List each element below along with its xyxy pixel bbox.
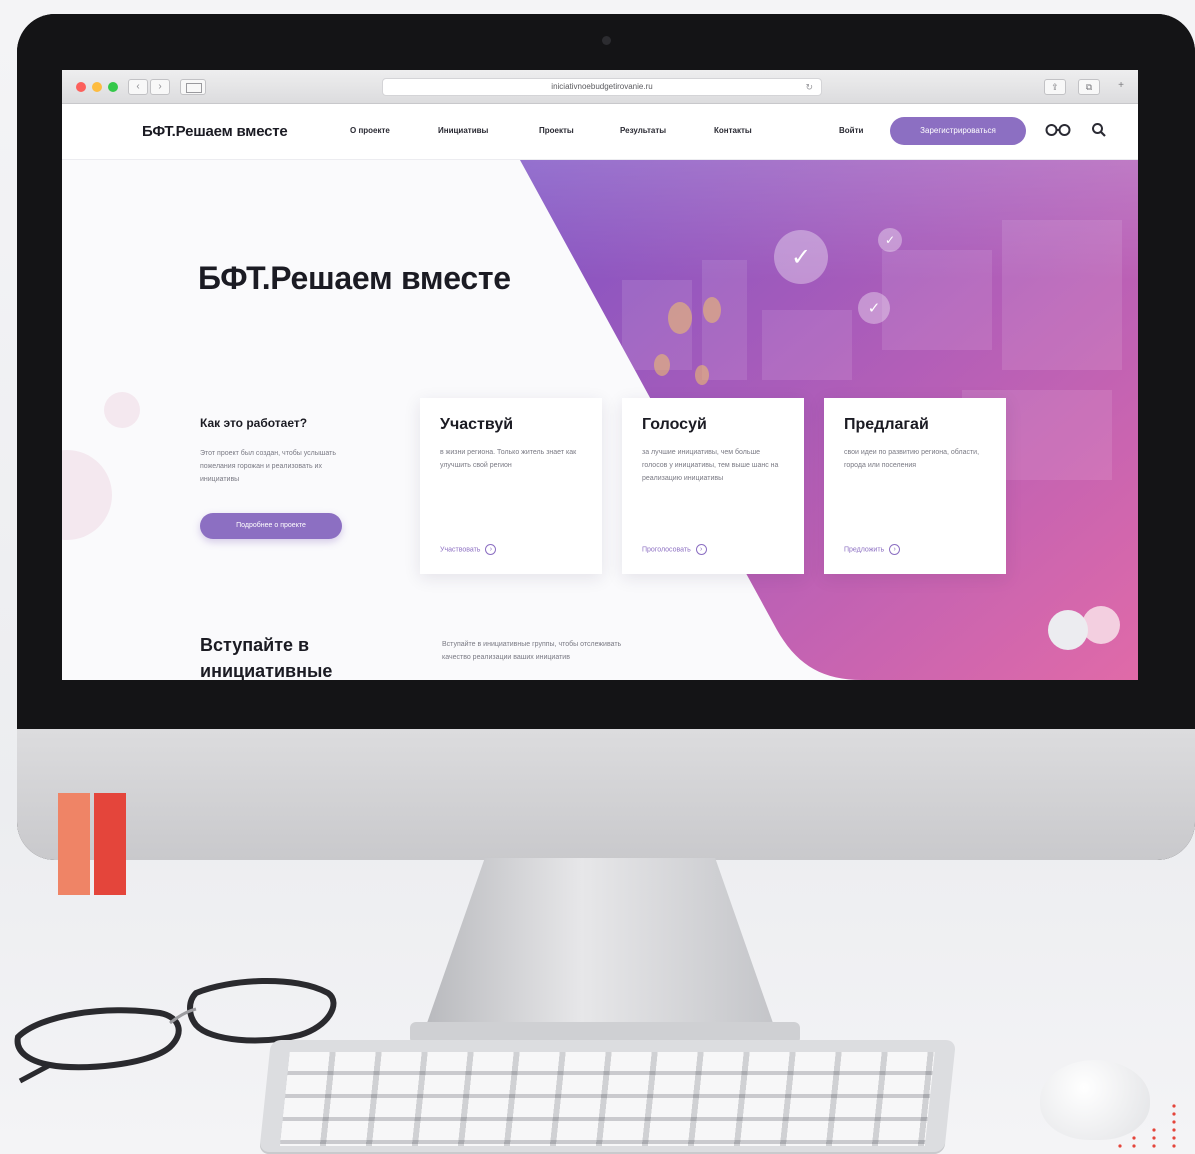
check-icon: ✓ bbox=[858, 292, 890, 324]
how-it-works-text: Этот проект был создан, чтобы услышать п… bbox=[200, 450, 336, 483]
card-link-label: Участвовать bbox=[440, 546, 481, 554]
check-icon: ✓ bbox=[878, 228, 902, 252]
nav-link-initiatives[interactable]: Инициативы bbox=[438, 126, 488, 135]
login-link[interactable]: Войти bbox=[839, 126, 863, 135]
join-groups-text: Вступайте в инициативные группы, чтобы о… bbox=[442, 641, 622, 661]
nav-link-contacts[interactable]: Контакты bbox=[714, 126, 752, 135]
about-project-button[interactable]: Подробнее о проекте bbox=[200, 513, 342, 539]
check-icon: ✓ bbox=[774, 230, 828, 284]
card-link-label: Проголосовать bbox=[642, 546, 691, 554]
arrow-right-icon: › bbox=[889, 544, 901, 555]
vote-link[interactable]: Проголосовать › bbox=[642, 544, 707, 555]
search-icon[interactable] bbox=[1091, 122, 1107, 138]
camera-icon bbox=[602, 36, 611, 45]
forward-arrow-icon[interactable]: › bbox=[150, 79, 170, 95]
keyboard-keys bbox=[279, 1052, 935, 1146]
monitor-chin bbox=[17, 729, 1195, 860]
card-title: Участвуй bbox=[440, 416, 514, 433]
nav-link-results[interactable]: Результаты bbox=[620, 126, 666, 135]
hero-title: БФТ.Решаем вместе bbox=[198, 260, 511, 296]
card-propose: Предлагай свои идеи по развитию региона,… bbox=[824, 398, 1006, 574]
propose-link[interactable]: Предложить › bbox=[844, 544, 901, 555]
back-arrow-icon[interactable]: ‹ bbox=[128, 79, 148, 95]
site-logo[interactable]: БФТ.Решаем вместе bbox=[142, 123, 288, 140]
decorative-circle bbox=[1082, 606, 1120, 644]
orange-stripe bbox=[58, 793, 90, 895]
nav-link-about[interactable]: О проекте bbox=[350, 126, 390, 135]
decorative-circle bbox=[104, 392, 140, 428]
new-tab-icon[interactable]: + bbox=[1110, 79, 1132, 95]
red-stripe bbox=[94, 793, 126, 895]
register-button[interactable]: Зарегистрироваться bbox=[890, 117, 1026, 145]
participate-link[interactable]: Участвовать › bbox=[440, 544, 497, 555]
sidebar-toggle-icon[interactable] bbox=[180, 79, 206, 95]
maximize-window-icon[interactable] bbox=[108, 82, 118, 92]
arrow-right-icon: › bbox=[695, 544, 707, 555]
url-text: iniciativnoebudgetirovanie.ru bbox=[551, 82, 653, 91]
join-groups-title: Вступайте в инициативные bbox=[200, 635, 333, 680]
accessibility-glasses-icon[interactable] bbox=[1045, 122, 1071, 138]
address-bar[interactable]: iniciativnoebudgetirovanie.ru ↻ bbox=[382, 78, 822, 96]
card-text: свои идеи по развитию региона, области, … bbox=[844, 449, 980, 469]
share-icon[interactable]: ⇪ bbox=[1044, 79, 1066, 95]
dot-pattern bbox=[1100, 1100, 1190, 1154]
close-window-icon[interactable] bbox=[76, 82, 86, 92]
card-vote: Голосуй за лучшие инициативы, чем больше… bbox=[622, 398, 804, 574]
browser-toolbar: ‹ › iniciativnoebudgetirovanie.ru ↻ ⇪ ⧉ … bbox=[62, 70, 1138, 104]
arrow-right-icon: › bbox=[485, 544, 497, 555]
tabs-overview-icon[interactable]: ⧉ bbox=[1078, 79, 1100, 95]
reload-icon[interactable]: ↻ bbox=[805, 79, 813, 95]
card-text: за лучшие инициативы, чем больше голосов… bbox=[642, 449, 779, 482]
site-header: БФТ.Решаем вместе О проекте Инициативы П… bbox=[62, 104, 1138, 160]
monitor-screen: ‹ › iniciativnoebudgetirovanie.ru ↻ ⇪ ⧉ … bbox=[62, 70, 1138, 680]
how-it-works-title: Как это работает? bbox=[200, 416, 308, 430]
card-title: Голосуй bbox=[642, 416, 707, 433]
minimize-window-icon[interactable] bbox=[92, 82, 102, 92]
card-participate: Участвуй в жизни региона. Только житель … bbox=[420, 398, 602, 574]
brand-stripes bbox=[58, 793, 126, 895]
card-link-label: Предложить bbox=[844, 546, 885, 554]
decorative-circle bbox=[1048, 610, 1088, 650]
card-title: Предлагай bbox=[844, 416, 929, 433]
nav-link-projects[interactable]: Проекты bbox=[539, 126, 574, 135]
card-text: в жизни региона. Только житель знает как… bbox=[440, 449, 577, 469]
keyboard bbox=[259, 1040, 956, 1154]
